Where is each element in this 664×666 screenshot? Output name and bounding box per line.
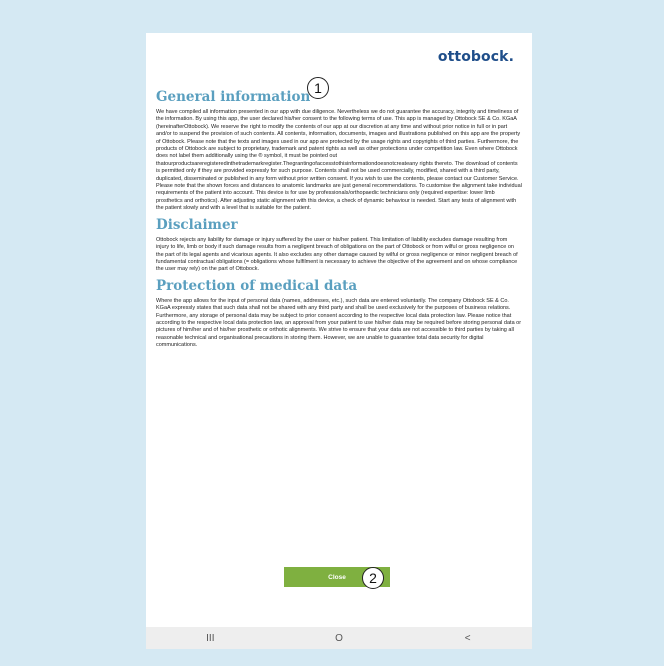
callout-2: 2 [362, 567, 384, 589]
section-body-protection-of-medical-data: Where the app allows for the input of pe… [156, 297, 522, 349]
section-title-disclaimer: Disclaimer [156, 216, 238, 233]
section-body-disclaimer: Ottobock rejects any liability for damag… [156, 236, 518, 273]
ottobock-logo: ottobock. [437, 49, 514, 65]
android-nav-bar: III O < [146, 627, 532, 649]
section-title-protection-of-medical-data: Protection of medical data [156, 277, 358, 294]
back-button[interactable]: < [438, 633, 498, 644]
home-button[interactable]: O [309, 633, 369, 644]
section-body-general-information: We have compiled all information present… [156, 109, 522, 212]
callout-1: 1 [307, 77, 329, 99]
section-title-general-information: General information [156, 89, 311, 105]
terms-content[interactable]: General information We have compiled all… [156, 81, 522, 354]
recent-apps-button[interactable]: III [180, 633, 240, 644]
terms-screen: ottobock. General information We have co… [146, 33, 532, 649]
